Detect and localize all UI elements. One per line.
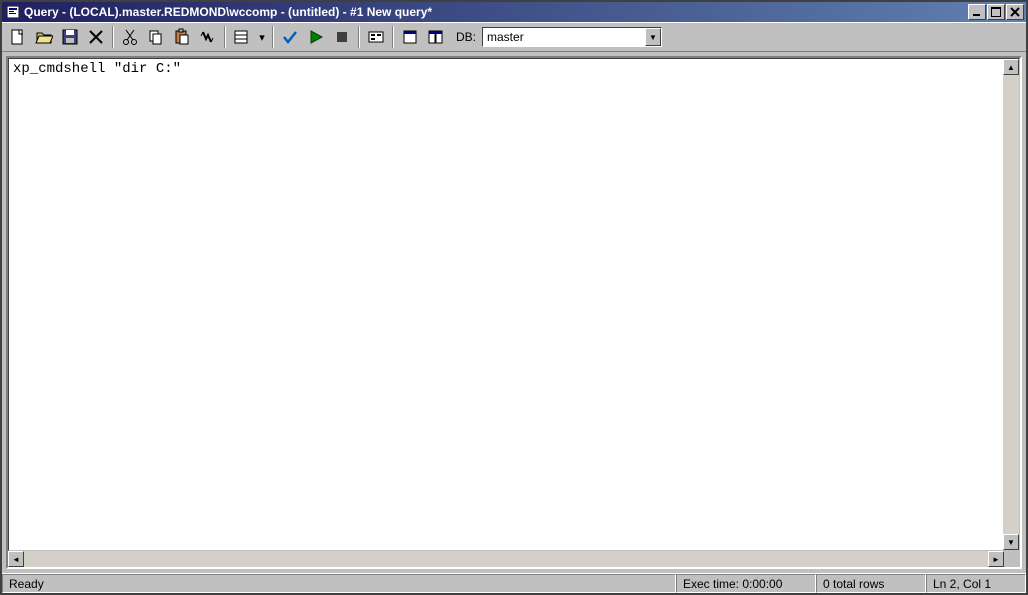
toolbar-separator xyxy=(224,26,226,48)
titlebar: Query - (LOCAL).master.REDMOND\wccomp - … xyxy=(2,2,1026,22)
horizontal-scrollbar[interactable]: ◄ ► xyxy=(8,551,1020,567)
copy-icon xyxy=(147,28,165,46)
find-icon xyxy=(199,28,217,46)
toolbar: ▾ xyxy=(2,22,1026,52)
status-exec-time: Exec time: 0:00:00 xyxy=(676,574,816,593)
scroll-down-button[interactable]: ▼ xyxy=(1003,534,1019,550)
open-icon xyxy=(35,28,53,46)
scroll-up-button[interactable]: ▲ xyxy=(1003,59,1019,75)
delete-button[interactable] xyxy=(84,25,108,49)
save-icon xyxy=(61,28,79,46)
stop-icon xyxy=(333,28,351,46)
status-ready: Ready xyxy=(2,574,676,593)
check-icon xyxy=(281,28,299,46)
paste-button[interactable] xyxy=(170,25,194,49)
status-rows: 0 total rows xyxy=(816,574,926,593)
new-button[interactable] xyxy=(6,25,30,49)
scroll-right-button[interactable]: ► xyxy=(988,551,1004,567)
paste-icon xyxy=(173,28,191,46)
results-mode-dropdown[interactable]: ▾ xyxy=(256,25,268,49)
dropdown-arrow-icon: ▾ xyxy=(259,31,265,44)
scroll-left-button[interactable]: ◄ xyxy=(8,551,24,567)
scroll-corner xyxy=(1004,551,1020,567)
toolbar-separator xyxy=(272,26,274,48)
dropdown-arrow-icon: ▼ xyxy=(645,28,661,46)
database-select[interactable]: master ▼ xyxy=(482,27,662,47)
app-icon xyxy=(6,5,20,19)
scroll-track[interactable] xyxy=(1003,75,1019,534)
db-label: DB: xyxy=(456,30,476,44)
properties-button[interactable] xyxy=(398,25,422,49)
editor-body: xp_cmdshell "dir C:" ▲ ▼ xyxy=(8,58,1020,551)
status-position: Ln 2, Col 1 xyxy=(926,574,1026,593)
toolbar-separator xyxy=(392,26,394,48)
scroll-track[interactable] xyxy=(24,551,988,567)
database-select-value: master xyxy=(483,30,645,44)
query-editor[interactable]: xp_cmdshell "dir C:" xyxy=(9,59,1003,550)
properties-icon xyxy=(401,28,419,46)
cut-button[interactable] xyxy=(118,25,142,49)
toolbar-separator xyxy=(358,26,360,48)
save-button[interactable] xyxy=(58,25,82,49)
cut-icon xyxy=(121,28,139,46)
find-button[interactable] xyxy=(196,25,220,49)
options-button[interactable] xyxy=(424,25,448,49)
stop-button[interactable] xyxy=(330,25,354,49)
open-button[interactable] xyxy=(32,25,56,49)
window-title: Query - (LOCAL).master.REDMOND\wccomp - … xyxy=(24,5,968,19)
results-mode-button[interactable] xyxy=(230,25,254,49)
query-window: Query - (LOCAL).master.REDMOND\wccomp - … xyxy=(0,0,1028,595)
minimize-button[interactable] xyxy=(968,4,986,20)
play-icon xyxy=(307,28,325,46)
results-mode-icon xyxy=(233,28,251,46)
toolbar-separator xyxy=(112,26,114,48)
execute-button[interactable] xyxy=(304,25,328,49)
options-icon xyxy=(427,28,445,46)
window-controls xyxy=(968,4,1024,20)
new-icon xyxy=(9,28,27,46)
delete-icon xyxy=(87,28,105,46)
copy-button[interactable] xyxy=(144,25,168,49)
statusbar: Ready Exec time: 0:00:00 0 total rows Ln… xyxy=(2,573,1026,593)
vertical-scrollbar[interactable]: ▲ ▼ xyxy=(1003,59,1019,550)
parse-button[interactable] xyxy=(278,25,302,49)
editor-panel: xp_cmdshell "dir C:" ▲ ▼ ◄ ► xyxy=(6,56,1022,569)
maximize-button[interactable] xyxy=(987,4,1005,20)
close-button[interactable] xyxy=(1006,4,1024,20)
show-plan-button[interactable] xyxy=(364,25,388,49)
plan-icon xyxy=(367,28,385,46)
